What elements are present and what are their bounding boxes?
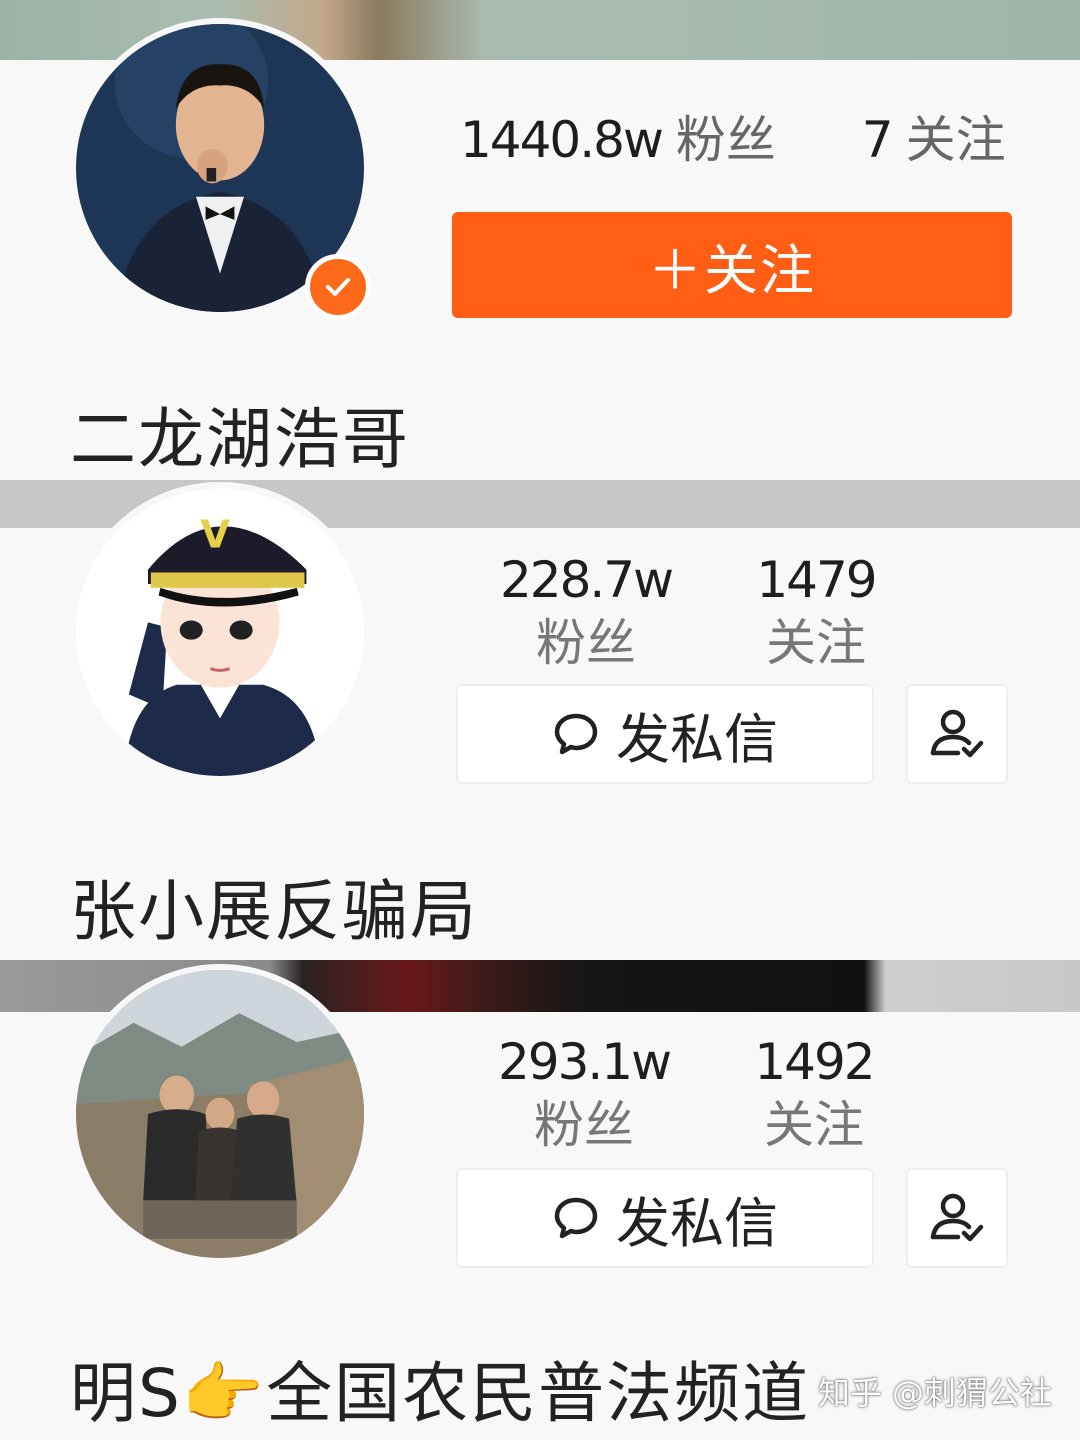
follower-count: 293.1w: [497, 1033, 672, 1091]
avatar[interactable]: [70, 964, 370, 1264]
send-message-button[interactable]: 发私信: [456, 684, 874, 784]
profile-card-2: V 228.7w 粉丝 1479 关注 发私信 张小展反骗局: [0, 480, 1080, 960]
profile-name: 张小展反骗局: [70, 873, 478, 950]
follower-label[interactable]: 粉丝: [676, 111, 776, 169]
following-stat[interactable]: 1492 关注: [714, 1032, 914, 1158]
chat-bubble-icon: [554, 713, 598, 755]
following-stat[interactable]: 1479 关注: [716, 550, 916, 676]
user-check-icon: [930, 1193, 984, 1242]
followers-stat[interactable]: 228.7w 粉丝: [486, 550, 686, 676]
send-message-label: 发私信: [616, 707, 778, 771]
user-check-icon: [930, 709, 984, 758]
watermark: 知乎 @刺猬公社: [817, 1374, 1052, 1412]
follower-count: 228.7w: [499, 551, 674, 609]
following-label: 关注: [766, 614, 866, 672]
follower-label: 粉丝: [536, 614, 636, 672]
following-label[interactable]: 关注: [906, 111, 1006, 169]
verified-badge: [305, 254, 371, 320]
stats-row: 1440.8w 粉丝 7 关注: [460, 100, 1006, 172]
following-status-button[interactable]: [906, 1168, 1008, 1268]
svg-text:V: V: [200, 513, 230, 558]
send-message-button[interactable]: 发私信: [456, 1168, 874, 1268]
following-count: 1492: [754, 1033, 875, 1091]
send-message-label: 发私信: [616, 1191, 778, 1255]
follower-count[interactable]: 1440.8w: [460, 111, 664, 169]
profile-name: 二龙湖浩哥: [70, 401, 410, 478]
profile-name: 明S👉全国农民普法频道: [70, 1355, 811, 1432]
followers-stat[interactable]: 293.1w 粉丝: [484, 1032, 684, 1158]
follower-label: 粉丝: [534, 1096, 634, 1154]
following-count: 1479: [756, 551, 877, 609]
avatar[interactable]: V: [70, 482, 370, 782]
following-label: 关注: [764, 1096, 864, 1154]
following-count[interactable]: 7: [862, 111, 894, 169]
profile-card-1: 1440.8w 粉丝 7 关注 ＋关注 二龙湖浩哥: [0, 0, 1080, 480]
follow-button[interactable]: ＋关注: [452, 212, 1012, 318]
chat-bubble-icon: [554, 1197, 598, 1239]
following-status-button[interactable]: [906, 684, 1008, 784]
check-icon: [326, 278, 350, 296]
